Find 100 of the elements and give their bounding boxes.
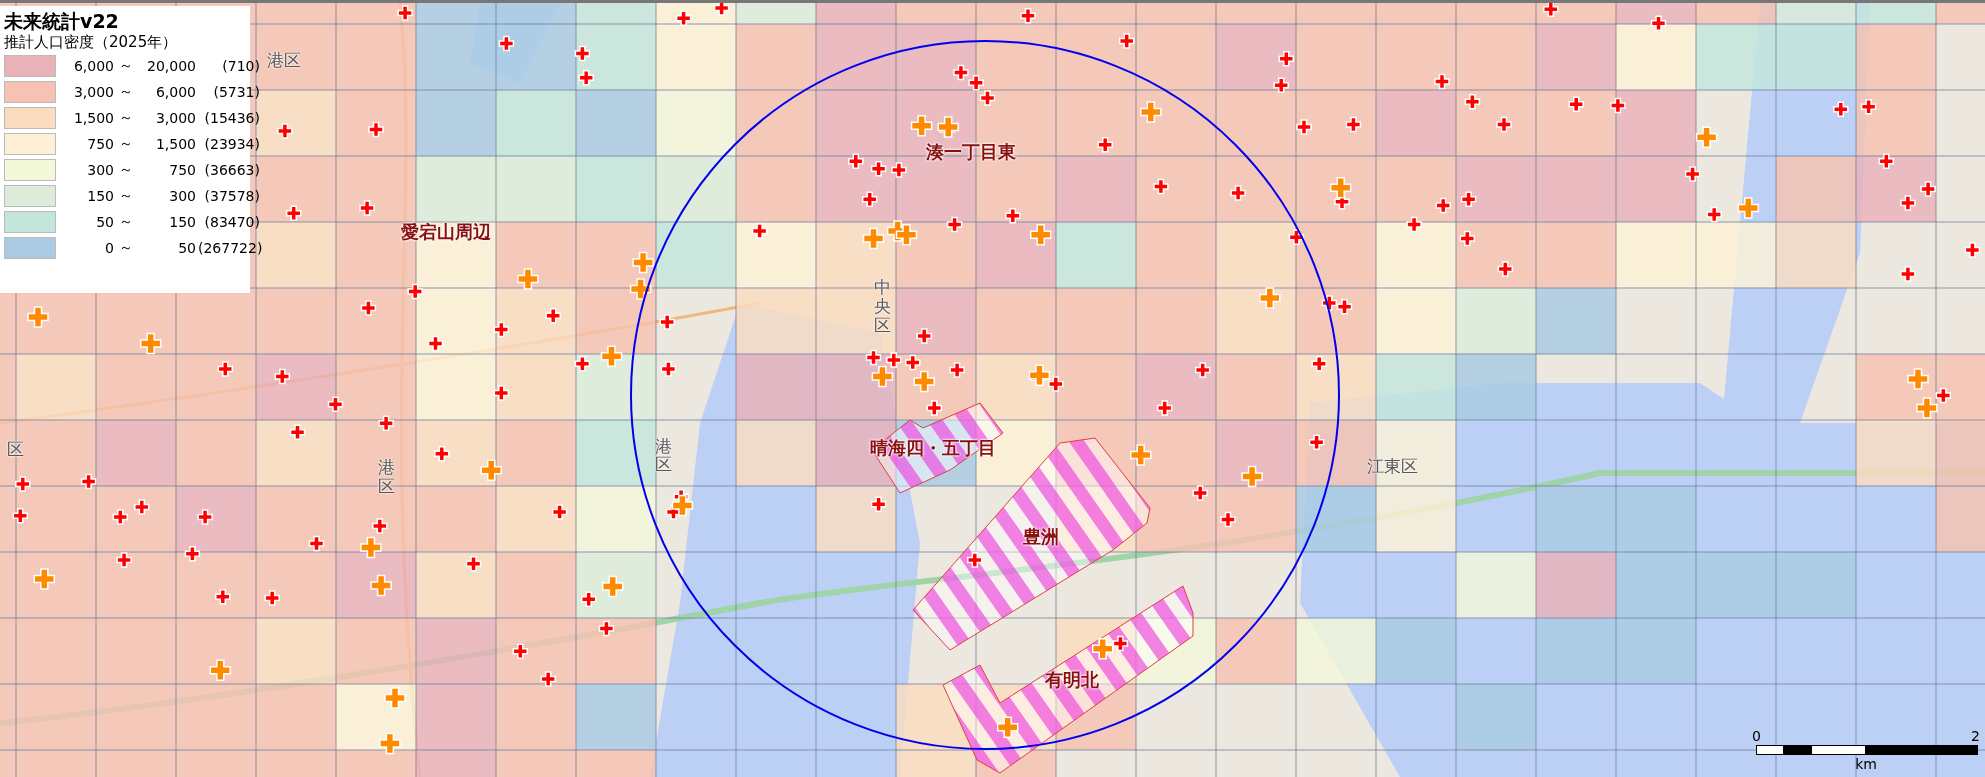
large-cross-icon [600, 345, 623, 367]
range-start: 150 [86, 188, 114, 204]
large-cross-icon [1241, 465, 1263, 488]
cross-icon [493, 385, 510, 401]
large-cross-icon [384, 687, 406, 709]
range-end: 750 [168, 162, 196, 178]
class-count: (15436) [203, 110, 260, 126]
cross-icon [865, 349, 882, 366]
cross-icon [1156, 400, 1173, 416]
large-cross-icon [601, 575, 624, 598]
cross-icon [1336, 299, 1353, 315]
ward-label: 港区 [377, 458, 395, 496]
cross-icon [368, 121, 384, 138]
cross-icon [891, 162, 907, 178]
cross-icon [848, 153, 864, 170]
cross-icon [427, 335, 444, 352]
cross-icon [1706, 206, 1722, 223]
range-end: 300 [168, 188, 196, 204]
cross-icon [1192, 485, 1208, 501]
ward-label: 港区 [266, 48, 301, 71]
cross-icon [1496, 116, 1512, 133]
large-cross-icon [671, 494, 694, 517]
range-start: 6,000 [72, 58, 114, 74]
cross-icon [659, 314, 675, 330]
large-cross-icon [1259, 287, 1281, 309]
large-cross-icon [629, 278, 652, 300]
cross-icon [1311, 356, 1327, 372]
cross-icon [1900, 195, 1916, 211]
range-separator: ～ [118, 135, 134, 153]
cross-icon [1194, 362, 1211, 378]
cross-icon [1345, 116, 1362, 133]
large-cross-icon [1916, 397, 1938, 419]
cross-icon [1435, 197, 1451, 214]
cross-icon [861, 191, 878, 207]
range-separator: ～ [118, 213, 134, 231]
cross-icon [968, 75, 984, 91]
range-separator: ～ [118, 83, 134, 101]
large-cross-icon [379, 732, 401, 755]
large-cross-icon [1028, 364, 1051, 386]
ward-label: 港区 [654, 437, 672, 475]
large-cross-icon [1129, 444, 1152, 466]
cross-icon [751, 223, 768, 239]
cross-icon [949, 362, 965, 378]
large-cross-icon [913, 370, 935, 393]
cross-icon [372, 518, 388, 534]
cross-icon [1112, 635, 1129, 652]
scale-end-label: 2 [1971, 727, 1980, 745]
area-label: 愛宕山周辺 [400, 219, 491, 244]
cross-icon [116, 552, 132, 568]
cross-icon [545, 307, 561, 324]
cross-icon [1650, 15, 1667, 32]
range-end: 20,000 [146, 58, 196, 74]
cross-icon [15, 476, 31, 492]
cross-icon [916, 328, 932, 344]
large-cross-icon [517, 268, 539, 290]
cross-icon [580, 591, 597, 608]
range-separator: ～ [118, 239, 134, 257]
cross-icon [289, 424, 306, 440]
class-count: (83470) [203, 214, 260, 230]
cross-icon [540, 671, 556, 687]
large-cross-icon [632, 251, 654, 274]
cross-icon [184, 545, 201, 562]
cross-icon [12, 507, 29, 524]
cross-icon [493, 321, 510, 338]
cross-icon [1230, 185, 1246, 201]
cross-icon [1153, 178, 1169, 195]
cross-icon [274, 368, 291, 385]
cross-icon [498, 35, 515, 52]
cross-icon [1321, 295, 1338, 311]
range-end: 50 [177, 240, 196, 256]
cross-icon [134, 499, 150, 515]
cross-icon [407, 283, 423, 300]
cross-icon [512, 643, 529, 659]
cross-icon [1020, 7, 1036, 24]
cross-icon [1118, 33, 1135, 49]
cross-icon [1964, 242, 1981, 258]
cross-icon [926, 400, 943, 416]
cross-icon [967, 552, 983, 568]
range-start: 3,000 [72, 84, 114, 100]
cross-icon [870, 161, 887, 177]
cross-icon [1220, 511, 1236, 528]
cross-icon [80, 473, 97, 490]
large-cross-icon [1907, 368, 1929, 390]
scale-unit-label: km [1855, 756, 1877, 772]
range-start: 750 [86, 136, 114, 152]
cross-icon [434, 445, 450, 462]
cross-icon [378, 415, 394, 432]
cross-icon [1464, 93, 1481, 110]
cross-icon [713, 3, 730, 16]
large-cross-icon [480, 459, 502, 481]
range-end: 3,000 [154, 110, 196, 126]
cross-icon [1860, 99, 1877, 115]
large-cross-icon [895, 223, 918, 246]
large-cross-icon [27, 306, 49, 328]
cross-icon [1288, 229, 1305, 245]
cross-icon [1278, 50, 1295, 67]
cross-icon [360, 300, 377, 316]
cross-icon [551, 504, 568, 520]
cross-icon [1568, 96, 1584, 113]
range-start: 1,500 [72, 110, 114, 126]
